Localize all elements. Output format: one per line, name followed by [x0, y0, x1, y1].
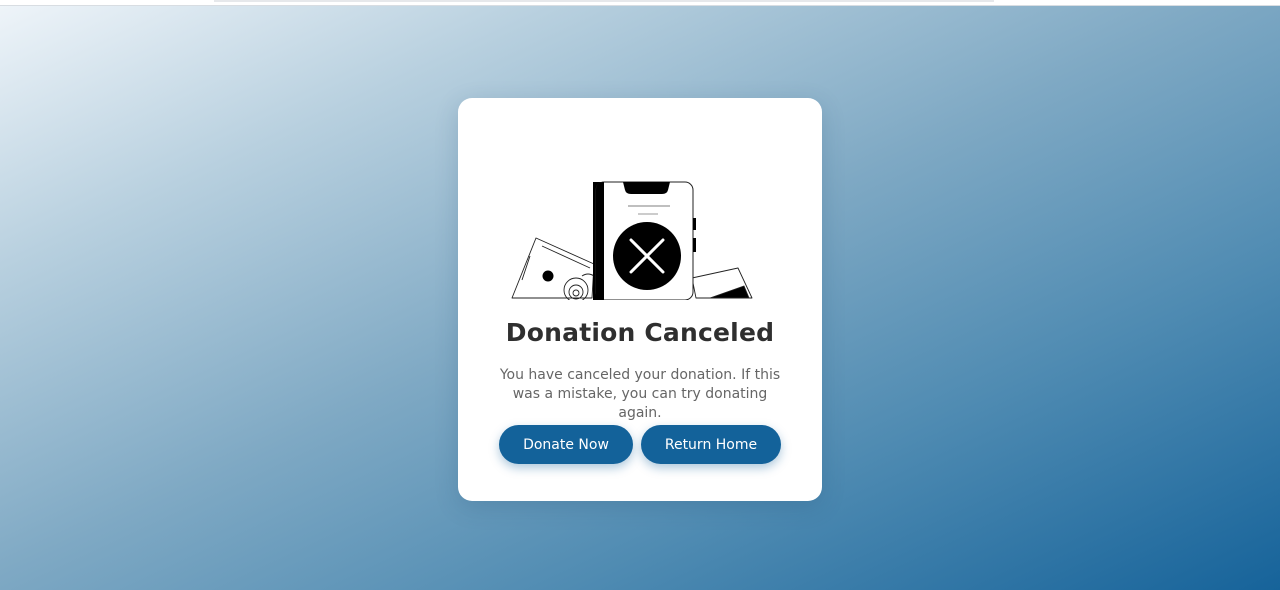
cancel-card: Donation Canceled You have canceled your…: [458, 98, 822, 501]
phone-cancel-icon: [511, 181, 753, 300]
page-title: Donation Canceled: [505, 318, 775, 347]
return-home-button[interactable]: Return Home: [641, 425, 781, 464]
address-bar-edge: [214, 0, 994, 2]
donate-now-button[interactable]: Donate Now: [499, 425, 633, 464]
cancel-message: You have canceled your donation. If this…: [499, 367, 781, 421]
